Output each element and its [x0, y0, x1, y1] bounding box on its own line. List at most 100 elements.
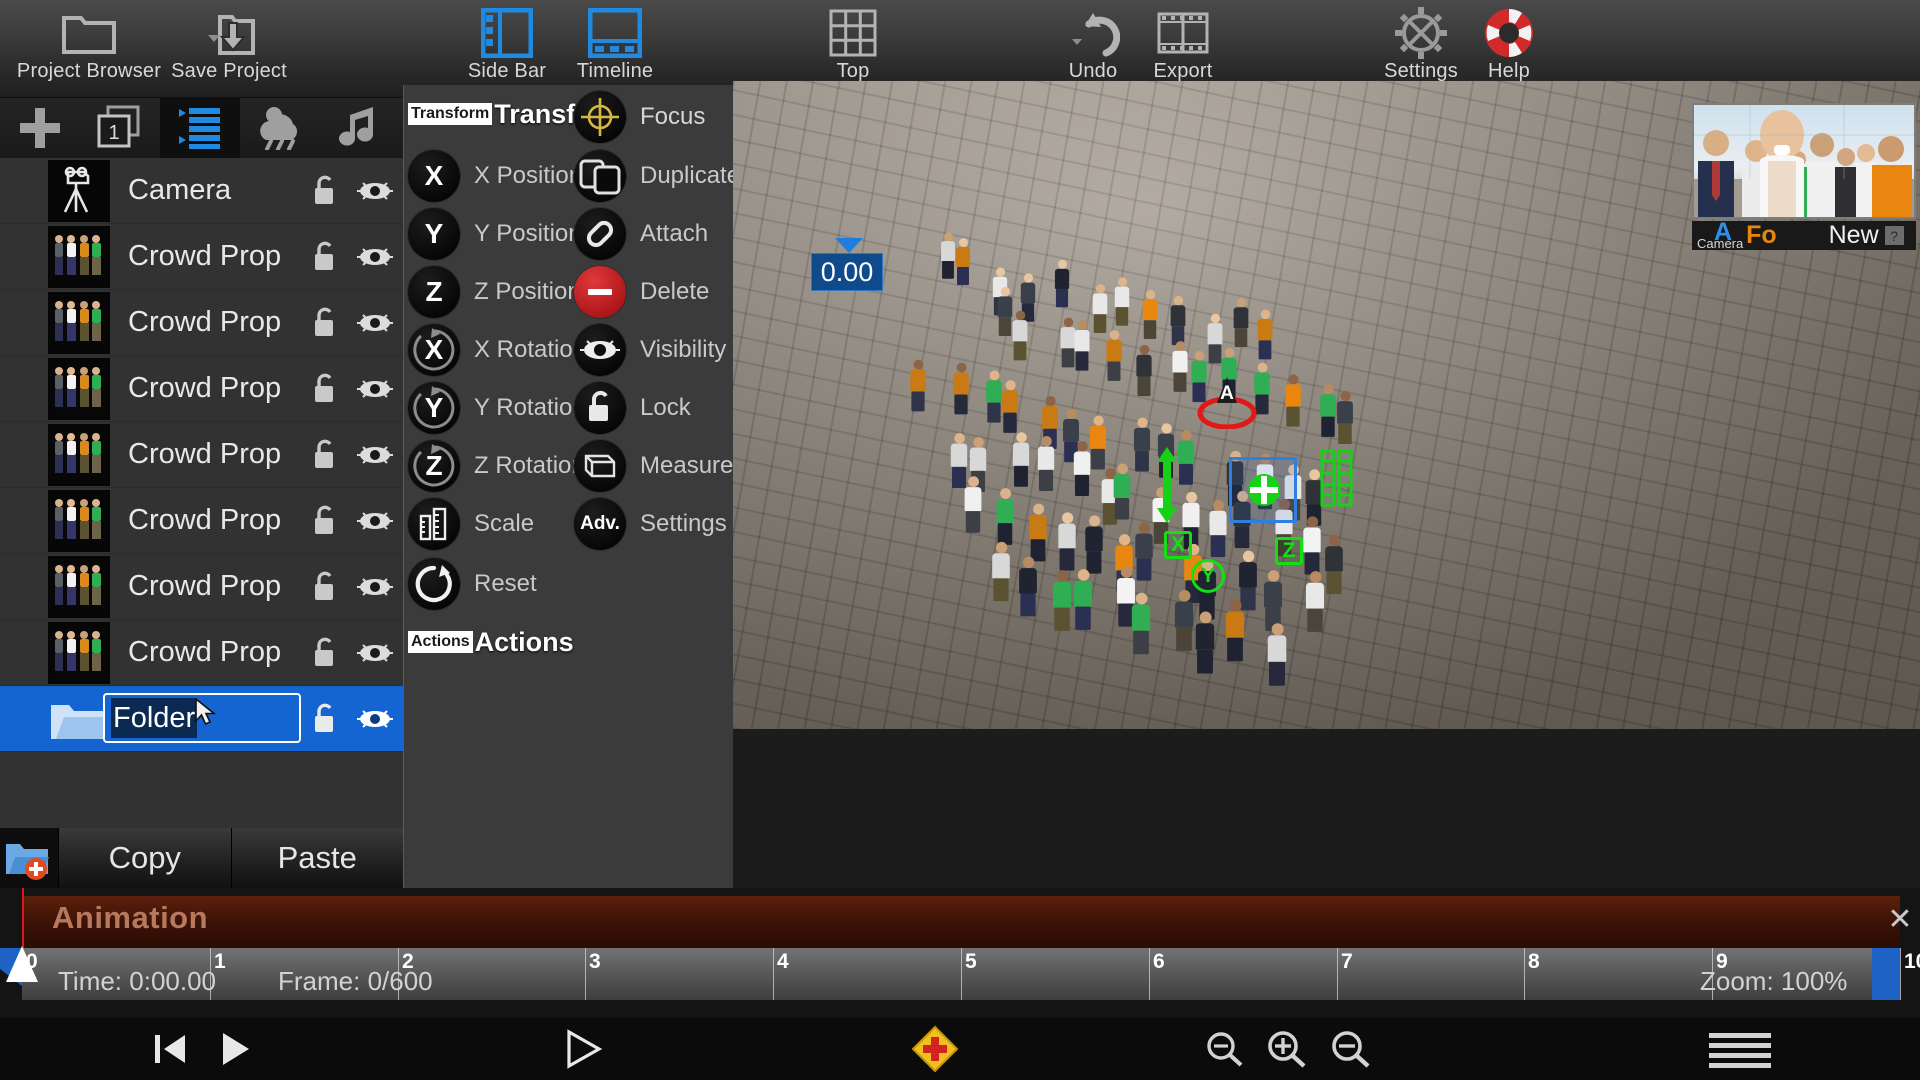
- eye-icon[interactable]: [347, 245, 403, 269]
- list-view-button[interactable]: [160, 98, 240, 158]
- focus-label: Focus: [640, 103, 705, 131]
- attach-button[interactable]: Attach: [574, 205, 708, 263]
- list-item[interactable]: Crowd Prop: [0, 554, 403, 620]
- time-readout: Time: 0:00.00: [58, 966, 216, 997]
- list-item[interactable]: Crowd Prop: [0, 620, 403, 686]
- gizmo-vertical-arrow[interactable]: [1152, 445, 1182, 525]
- jump-to-start-button[interactable]: [140, 1018, 200, 1080]
- play-button[interactable]: [205, 1018, 265, 1080]
- y-rotation-button[interactable]: Y Y Rotation: [408, 379, 586, 437]
- lock-open-icon[interactable]: [303, 702, 347, 736]
- toolbar-timeline[interactable]: Timeline: [540, 4, 690, 96]
- chevron-down-icon: [832, 235, 866, 257]
- lock-button[interactable]: Lock: [574, 379, 691, 437]
- gizmo-axis-z[interactable]: Z: [1275, 537, 1303, 565]
- preview-play-button[interactable]: [548, 1018, 618, 1080]
- crowd-figure: [1142, 290, 1157, 339]
- crowd-figure: [1060, 318, 1075, 368]
- eye-icon[interactable]: [347, 179, 403, 203]
- eye-icon[interactable]: [347, 707, 403, 731]
- crowd-figure: [1013, 432, 1029, 487]
- gizmo-scale-handle[interactable]: [1319, 449, 1355, 509]
- add-object-button[interactable]: [0, 98, 80, 158]
- gizmo-axis-y[interactable]: Y: [1191, 559, 1225, 593]
- list-item[interactable]: Crowd Prop: [0, 488, 403, 554]
- folder-thumb: [48, 688, 110, 750]
- reset-button[interactable]: Reset: [408, 555, 537, 613]
- add-keyframe-button[interactable]: [895, 1018, 975, 1080]
- gizmo-move-handle[interactable]: [1245, 471, 1283, 509]
- eye-icon[interactable]: [347, 443, 403, 467]
- rotate-x-icon: X: [408, 324, 460, 376]
- crowd-thumb: [48, 226, 110, 288]
- menu-button[interactable]: [1700, 1018, 1780, 1080]
- list-item[interactable]: Crowd Prop: [0, 422, 403, 488]
- layers-icon: 1: [96, 105, 144, 151]
- layer-count-button[interactable]: 1: [80, 98, 160, 158]
- lock-open-icon[interactable]: [303, 438, 347, 472]
- rotate-z-icon: Z: [408, 440, 460, 492]
- animation-track[interactable]: [22, 896, 1900, 948]
- toolbar-project-browser[interactable]: Project Browser: [14, 4, 164, 96]
- list-item[interactable]: Crowd Prop: [0, 290, 403, 356]
- crowd-figure: [1013, 311, 1028, 361]
- focus-button[interactable]: Focus: [574, 88, 705, 146]
- eye-icon[interactable]: [347, 575, 403, 599]
- z-rotation-button[interactable]: Z Z Rotation: [408, 437, 585, 495]
- transport-bar: [0, 1018, 1920, 1080]
- y-position-button[interactable]: Y Y Position: [408, 205, 582, 263]
- eye-icon[interactable]: [347, 377, 403, 401]
- list-item-label: Crowd Prop: [128, 306, 303, 339]
- crowd-thumb: [48, 490, 110, 552]
- lock-open-icon[interactable]: [303, 570, 347, 604]
- crowd-figure: [1002, 380, 1018, 433]
- playhead-handle[interactable]: [6, 946, 38, 982]
- object-list[interactable]: Camera: [0, 158, 403, 828]
- list-item[interactable]: Crowd Prop: [0, 356, 403, 422]
- lock-open-icon[interactable]: [303, 636, 347, 670]
- audio-button[interactable]: [320, 98, 400, 158]
- lock-open-icon[interactable]: [303, 372, 347, 406]
- gizmo-axis-x[interactable]: X: [1164, 531, 1192, 559]
- camera-preview[interactable]: [1692, 103, 1916, 219]
- list-item[interactable]: Camera: [0, 158, 403, 224]
- preview-new-button[interactable]: New: [1829, 221, 1879, 250]
- weather-button[interactable]: [240, 98, 320, 158]
- eye-icon[interactable]: [347, 509, 403, 533]
- visibility-label: Visibility: [640, 336, 726, 364]
- folder-add-icon[interactable]: [0, 828, 58, 888]
- adv-settings-button[interactable]: Adv. Settings: [574, 495, 727, 553]
- z-position-button[interactable]: Z Z Position: [408, 263, 581, 321]
- measure-button[interactable]: Measure: [574, 437, 733, 495]
- zoom-fit-button[interactable]: [1194, 1018, 1254, 1080]
- x-position-button[interactable]: X X Position: [408, 147, 582, 205]
- scale-button[interactable]: Scale: [408, 495, 534, 553]
- playhead-line: [22, 888, 24, 948]
- list-item[interactable]: Crowd Prop: [0, 224, 403, 290]
- lock-open-icon[interactable]: [303, 240, 347, 274]
- crowd-figure: [1053, 570, 1071, 631]
- delete-button[interactable]: Delete: [574, 263, 709, 321]
- zoom-in-button[interactable]: [1256, 1018, 1316, 1080]
- zoom-out-button[interactable]: [1320, 1018, 1380, 1080]
- duplicate-button[interactable]: Duplicate: [574, 147, 740, 205]
- transform-gizmo[interactable]: X Y Z: [1207, 449, 1337, 579]
- lock-open-icon[interactable]: [303, 504, 347, 538]
- eye-icon[interactable]: [347, 311, 403, 335]
- copy-button[interactable]: Copy: [58, 828, 231, 888]
- lock-open-icon[interactable]: [303, 174, 347, 208]
- preview-help-icon[interactable]: ?: [1885, 226, 1904, 245]
- toolbar-save-project[interactable]: Save Project: [154, 4, 304, 96]
- preview-camera-label: Camera: [1697, 236, 1743, 251]
- crowd-figure: [1134, 418, 1150, 472]
- x-position-value[interactable]: 0.00: [811, 253, 883, 291]
- eye-icon[interactable]: [347, 641, 403, 665]
- list-item-selected[interactable]: Folder: [0, 686, 403, 752]
- lock-open-icon[interactable]: [303, 306, 347, 340]
- paste-button[interactable]: Paste: [231, 828, 404, 888]
- x-rotation-button[interactable]: X X Rotation: [408, 321, 586, 379]
- ruler-tick: [1524, 948, 1525, 1000]
- preview-focus-label[interactable]: Fo: [1746, 221, 1777, 250]
- close-icon[interactable]: ✕: [1884, 898, 1916, 940]
- visibility-button[interactable]: Visibility: [574, 321, 726, 379]
